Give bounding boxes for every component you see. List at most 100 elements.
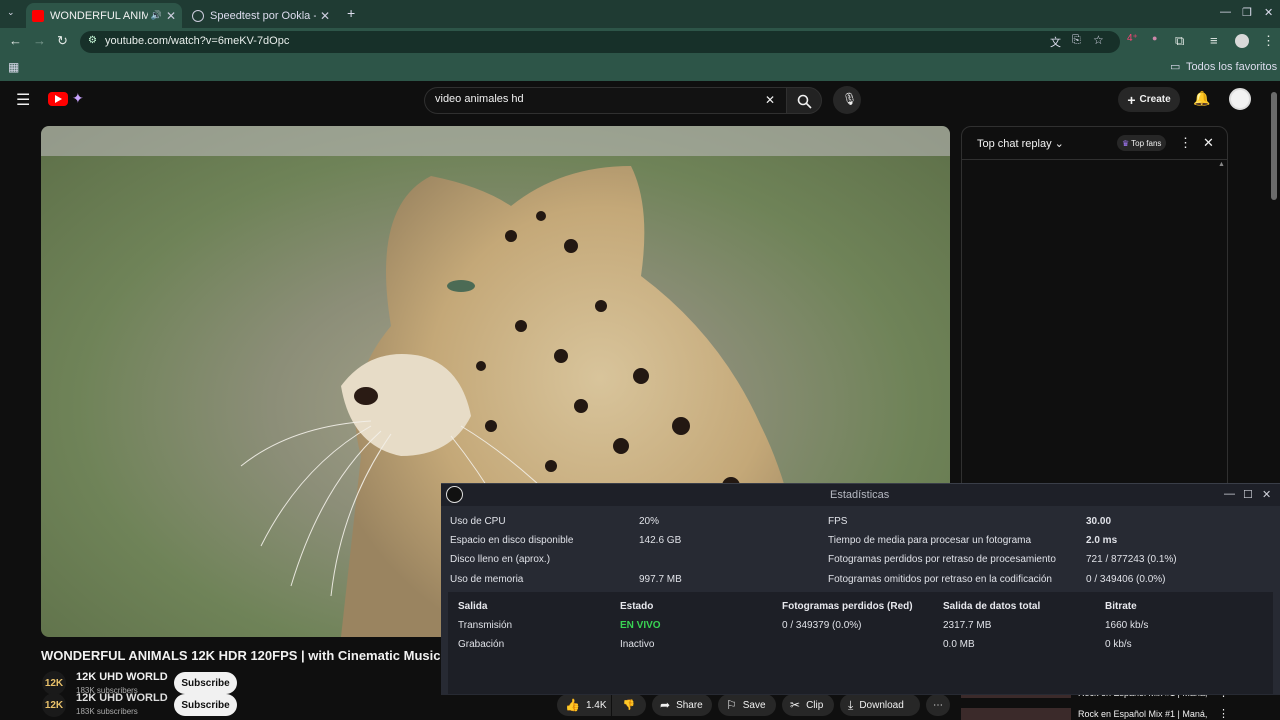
- close-icon[interactable]: ✕: [1262, 488, 1271, 501]
- chat-mode-dropdown[interactable]: Top chat replay ⌄: [977, 137, 1064, 150]
- top-fans-badge[interactable]: ♛ Top fans: [1117, 135, 1167, 151]
- video-title: WONDERFUL ANIMALS 12K HDR 120FPS | with …: [41, 648, 441, 663]
- search-icon: [797, 94, 812, 109]
- maximize-icon[interactable]: ☐: [1243, 488, 1253, 501]
- column-header: Fotogramas perdidos (Red): [782, 601, 913, 612]
- column-header: Estado: [620, 601, 654, 612]
- recommendation-thumbnail[interactable]: [961, 708, 1071, 720]
- bookmark-star-icon[interactable]: ☆: [1093, 33, 1104, 47]
- clear-search-icon[interactable]: ✕: [765, 93, 775, 107]
- clip-button[interactable]: ✂ Clip: [782, 694, 834, 716]
- close-icon[interactable]: ✕: [320, 9, 330, 23]
- extensions-puzzle-icon[interactable]: ⧉: [1175, 33, 1184, 49]
- minimize-icon[interactable]: —: [1224, 488, 1235, 500]
- subscriber-count: 183K subscribers: [76, 707, 138, 716]
- youtube-logo[interactable]: [48, 92, 68, 106]
- top-fans-label: Top fans: [1131, 138, 1162, 148]
- like-button[interactable]: 👍 1.4K: [557, 694, 611, 716]
- like-count: 1.4K: [585, 699, 607, 711]
- recommendation-title[interactable]: Rock en Español Mix #1 | Maná,: [1078, 709, 1207, 719]
- subscribe-button[interactable]: Subscribe: [174, 672, 237, 694]
- channel-avatar[interactable]: 12K: [42, 671, 66, 695]
- stat-value: 997.7 MB: [639, 574, 682, 585]
- page-scrollbar[interactable]: [1271, 92, 1277, 200]
- search-button[interactable]: [786, 87, 822, 114]
- download-icon: ⤓: [848, 697, 854, 712]
- profile-avatar[interactable]: [1235, 34, 1249, 48]
- translate-icon[interactable]: 文: [1050, 34, 1061, 50]
- create-label: Create: [1139, 94, 1171, 105]
- kebab-menu-icon[interactable]: ⋮: [1262, 33, 1275, 49]
- channel-name[interactable]: 12K UHD WORLD: [76, 692, 168, 704]
- save-button[interactable]: ⚐ Save: [718, 694, 776, 716]
- column-header: Salida: [458, 601, 488, 612]
- download-label: Download: [859, 699, 904, 711]
- more-horizontal-icon: ⋯: [933, 699, 943, 711]
- channel-avatar[interactable]: 12K: [42, 693, 66, 717]
- create-button[interactable]: + Create: [1118, 87, 1180, 112]
- obs-title-bar[interactable]: Estadísticas — ☐ ✕: [441, 484, 1280, 506]
- table-cell: 0.0 MB: [943, 639, 975, 650]
- apps-grid-icon[interactable]: ▦: [8, 60, 19, 74]
- chat-more-icon[interactable]: ⋮: [1179, 135, 1192, 151]
- account-avatar[interactable]: [1229, 88, 1251, 110]
- tab-search-icon[interactable]: ⌄: [7, 7, 15, 18]
- stat-label: Tiempo de media para procesar un fotogra…: [828, 535, 1032, 546]
- hamburger-menu-icon[interactable]: ☰: [16, 90, 30, 110]
- stat-label: Fotogramas perdidos por retraso de proce…: [828, 554, 1056, 565]
- stat-label: Disco lleno en (aprox.): [450, 554, 551, 565]
- folder-icon: ▭: [1170, 61, 1181, 73]
- chat-close-icon[interactable]: ✕: [1203, 135, 1214, 151]
- share-button[interactable]: ➦ Share: [652, 694, 712, 716]
- tab-title: Speedtest por Ookla - La: [210, 9, 316, 22]
- extension-icon[interactable]: ●: [1152, 33, 1157, 43]
- more-actions-button[interactable]: ⋯: [926, 694, 950, 716]
- tab-youtube[interactable]: WONDERFUL ANIMALS 12K HDR 🔊 ✕: [26, 3, 182, 28]
- download-button[interactable]: ⤓ Download: [840, 694, 920, 716]
- youtube-favicon-icon: [32, 9, 44, 22]
- stat-value: 20%: [639, 516, 660, 527]
- address-bar[interactable]: ⚙ youtube.com/watch?v=6meKV-7dOpc 文 ⎘ ☆: [80, 31, 1120, 53]
- all-bookmarks-link[interactable]: Todos los favoritos: [1186, 61, 1277, 73]
- extension-icon[interactable]: 4⁺: [1127, 33, 1138, 44]
- channel-name[interactable]: 12K UHD WORLD: [76, 671, 168, 683]
- speedtest-favicon-icon: [192, 9, 204, 22]
- speaker-icon[interactable]: 🔊: [151, 10, 162, 21]
- reading-list-icon[interactable]: ≡: [1210, 33, 1218, 48]
- url-text: youtube.com/watch?v=6meKV-7dOpc: [105, 35, 290, 47]
- restore-icon[interactable]: ❐: [1242, 6, 1252, 19]
- dislike-button[interactable]: 👎: [612, 694, 646, 716]
- thumbs-up-icon: 👍: [565, 698, 580, 712]
- scissors-icon: ✂: [790, 698, 801, 712]
- doodle-sparkle-icon: ✦: [72, 90, 84, 106]
- close-icon[interactable]: ✕: [166, 9, 176, 23]
- stat-label: Uso de CPU: [450, 516, 506, 527]
- search-input[interactable]: [435, 93, 755, 105]
- cast-icon[interactable]: ⎘: [1072, 34, 1081, 47]
- obs-logo-icon: [446, 486, 463, 503]
- chevron-down-icon: ⌄: [1054, 138, 1064, 150]
- subscribe-button[interactable]: Subscribe: [174, 694, 237, 716]
- minimize-icon[interactable]: —: [1220, 6, 1231, 18]
- plus-icon: +: [1127, 91, 1136, 108]
- browser-tab-strip: ⌄ WONDERFUL ANIMALS 12K HDR 🔊 ✕ Speedtes…: [0, 0, 1280, 28]
- youtube-masthead: ☰ ✦ ✕ 🎙 + Create 🔔: [0, 81, 1280, 119]
- chat-scroll-up-icon[interactable]: ▲: [1218, 161, 1225, 168]
- stat-label: Espacio en disco disponible: [450, 535, 574, 546]
- window-close-icon[interactable]: ✕: [1264, 6, 1273, 19]
- forward-icon[interactable]: →: [33, 33, 46, 48]
- new-tab-icon[interactable]: +: [347, 5, 355, 21]
- microphone-icon: 🎙: [842, 92, 858, 106]
- notifications-bell-icon[interactable]: 🔔: [1193, 90, 1210, 107]
- reload-icon[interactable]: ↻: [57, 33, 68, 49]
- column-header: Salida de datos total: [943, 601, 1041, 612]
- bookmark-icon: ⚐: [726, 698, 737, 712]
- voice-search-button[interactable]: 🎙: [833, 86, 861, 114]
- tab-speedtest[interactable]: Speedtest por Ookla - La ✕: [186, 3, 336, 28]
- recommendation-menu-icon[interactable]: ⋮: [1218, 707, 1229, 720]
- status-live: EN VIVO: [620, 620, 661, 631]
- site-info-icon[interactable]: ⚙: [88, 35, 97, 46]
- back-icon[interactable]: ←: [9, 33, 22, 48]
- share-label: Share: [676, 699, 703, 711]
- browser-toolbar: ← → ↻ ⚙ youtube.com/watch?v=6meKV-7dOpc …: [0, 28, 1280, 56]
